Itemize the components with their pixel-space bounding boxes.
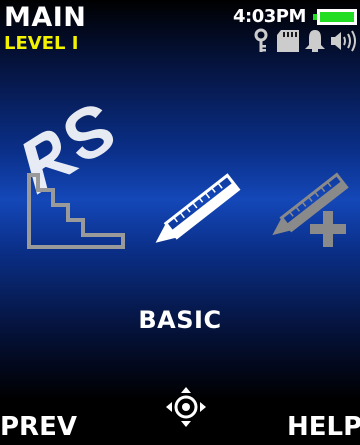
- selected-mode-label: BASIC: [138, 306, 222, 334]
- key-icon: [254, 28, 268, 52]
- level-indicator: LEVEL I: [4, 33, 79, 54]
- nav-joystick-icon[interactable]: [164, 385, 208, 429]
- pencil-ruler-add-icon[interactable]: [265, 170, 355, 255]
- status-icons: [253, 28, 358, 54]
- help-softkey[interactable]: HELP: [287, 412, 360, 442]
- pencil-ruler-icon[interactable]: [145, 170, 245, 255]
- bell-icon: [305, 30, 325, 52]
- screen-title: MAIN: [4, 2, 87, 33]
- prev-softkey[interactable]: PREV: [0, 412, 77, 442]
- speaker-icon: [331, 30, 356, 52]
- memory-card-icon: [277, 30, 299, 52]
- stairs-icon[interactable]: [26, 172, 126, 250]
- battery-icon: [313, 9, 357, 25]
- clock: 4:03PM: [233, 6, 306, 27]
